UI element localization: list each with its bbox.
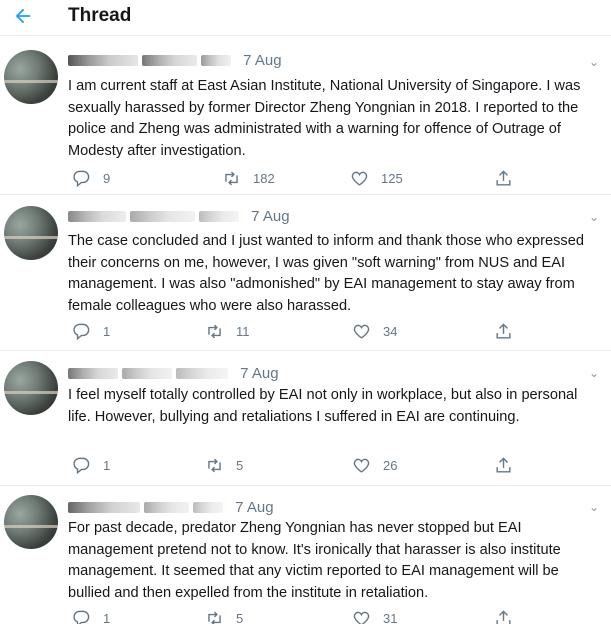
tweet-actions: 1 11 34 bbox=[68, 320, 528, 342]
tweet-author-line: 7 Aug bbox=[68, 51, 282, 69]
tweet-text: For past decade, predator Zheng Yongnian… bbox=[68, 520, 561, 601]
share-button[interactable] bbox=[494, 454, 513, 476]
heart-icon bbox=[351, 171, 368, 186]
retweet-icon bbox=[208, 611, 221, 624]
like-button[interactable]: 31 bbox=[352, 607, 397, 624]
like-button[interactable]: 34 bbox=[352, 320, 397, 342]
tweet-actions: 9 182 125 bbox=[68, 167, 528, 189]
retweet-icon bbox=[208, 458, 221, 472]
thread-header: Thread bbox=[0, 0, 611, 36]
reply-count: 1 bbox=[103, 457, 111, 473]
retweet-count: 182 bbox=[253, 170, 275, 186]
like-count: 125 bbox=[381, 170, 403, 186]
like-count: 34 bbox=[383, 323, 398, 339]
share-button[interactable] bbox=[494, 320, 513, 342]
tweet-text: The case concluded and I just wanted to … bbox=[68, 233, 584, 314]
reply-button[interactable]: 1 bbox=[72, 454, 110, 476]
tweet-author-line: 7 Aug bbox=[68, 364, 279, 382]
page-title: Thread bbox=[68, 5, 132, 26]
share-button[interactable] bbox=[494, 607, 513, 624]
reply-button[interactable]: 1 bbox=[72, 607, 110, 624]
heart-icon bbox=[353, 324, 370, 339]
share-icon bbox=[496, 609, 511, 624]
like-button[interactable]: 26 bbox=[352, 454, 397, 476]
tweet[interactable]: 7 Aug ⌄ I feel myself totally controlled… bbox=[0, 352, 611, 486]
tweet-date[interactable]: 7 Aug bbox=[235, 499, 273, 516]
retweet-button[interactable]: 5 bbox=[205, 607, 243, 624]
avatar[interactable] bbox=[4, 495, 58, 549]
chevron-down-icon[interactable]: ⌄ bbox=[587, 210, 601, 224]
like-button[interactable]: 125 bbox=[350, 167, 403, 189]
heart-icon bbox=[353, 458, 370, 473]
reply-icon bbox=[73, 170, 90, 187]
reply-icon bbox=[73, 323, 90, 340]
avatar[interactable] bbox=[4, 206, 58, 260]
retweet-icon bbox=[208, 324, 221, 338]
reply-button[interactable]: 9 bbox=[72, 167, 110, 189]
like-count: 31 bbox=[383, 610, 398, 624]
tweet-author-line: 7 Aug bbox=[68, 207, 290, 225]
tweet[interactable]: 7 Aug ⌄ For past decade, predator Zheng … bbox=[0, 487, 611, 624]
avatar[interactable] bbox=[4, 50, 58, 104]
retweet-count: 11 bbox=[236, 323, 250, 339]
share-icon bbox=[496, 456, 511, 473]
share-icon bbox=[496, 322, 511, 339]
chevron-down-icon[interactable]: ⌄ bbox=[587, 55, 601, 69]
reply-icon bbox=[73, 610, 90, 624]
share-button[interactable] bbox=[494, 167, 513, 189]
chevron-down-icon[interactable]: ⌄ bbox=[587, 500, 601, 514]
like-count: 26 bbox=[383, 457, 398, 473]
retweet-icon bbox=[225, 171, 238, 185]
retweet-button[interactable]: 5 bbox=[205, 454, 243, 476]
arrow-left-icon[interactable] bbox=[12, 5, 34, 27]
tweet-date[interactable]: 7 Aug bbox=[240, 365, 278, 382]
retweet-count: 5 bbox=[236, 610, 244, 624]
retweet-count: 5 bbox=[236, 457, 244, 473]
tweet-author-line: 7 Aug bbox=[68, 498, 274, 516]
reply-button[interactable]: 1 bbox=[72, 320, 110, 342]
tweet-date[interactable]: 7 Aug bbox=[243, 52, 281, 69]
reply-icon bbox=[73, 457, 90, 474]
reply-count: 9 bbox=[103, 170, 111, 186]
share-icon bbox=[496, 169, 511, 186]
tweet-text: I am current staff at East Asian Institu… bbox=[68, 78, 581, 159]
reply-count: 1 bbox=[103, 323, 111, 339]
reply-count: 1 bbox=[103, 610, 111, 624]
chevron-down-icon[interactable]: ⌄ bbox=[587, 366, 601, 380]
tweet-actions: 1 5 26 bbox=[68, 454, 528, 476]
tweet[interactable]: 7 Aug ⌄ The case concluded and I just wa… bbox=[0, 196, 611, 351]
retweet-button[interactable]: 182 bbox=[222, 167, 275, 189]
heart-icon bbox=[353, 611, 370, 624]
tweet-actions: 1 5 31 bbox=[68, 607, 528, 624]
avatar[interactable] bbox=[4, 361, 58, 415]
tweet-date[interactable]: 7 Aug bbox=[251, 208, 289, 225]
tweet[interactable]: 7 Aug ⌄ I am current staff at East Asian… bbox=[0, 37, 611, 195]
tweet-text: I feel myself totally controlled by EAI … bbox=[68, 387, 578, 425]
retweet-button[interactable]: 11 bbox=[205, 320, 250, 342]
